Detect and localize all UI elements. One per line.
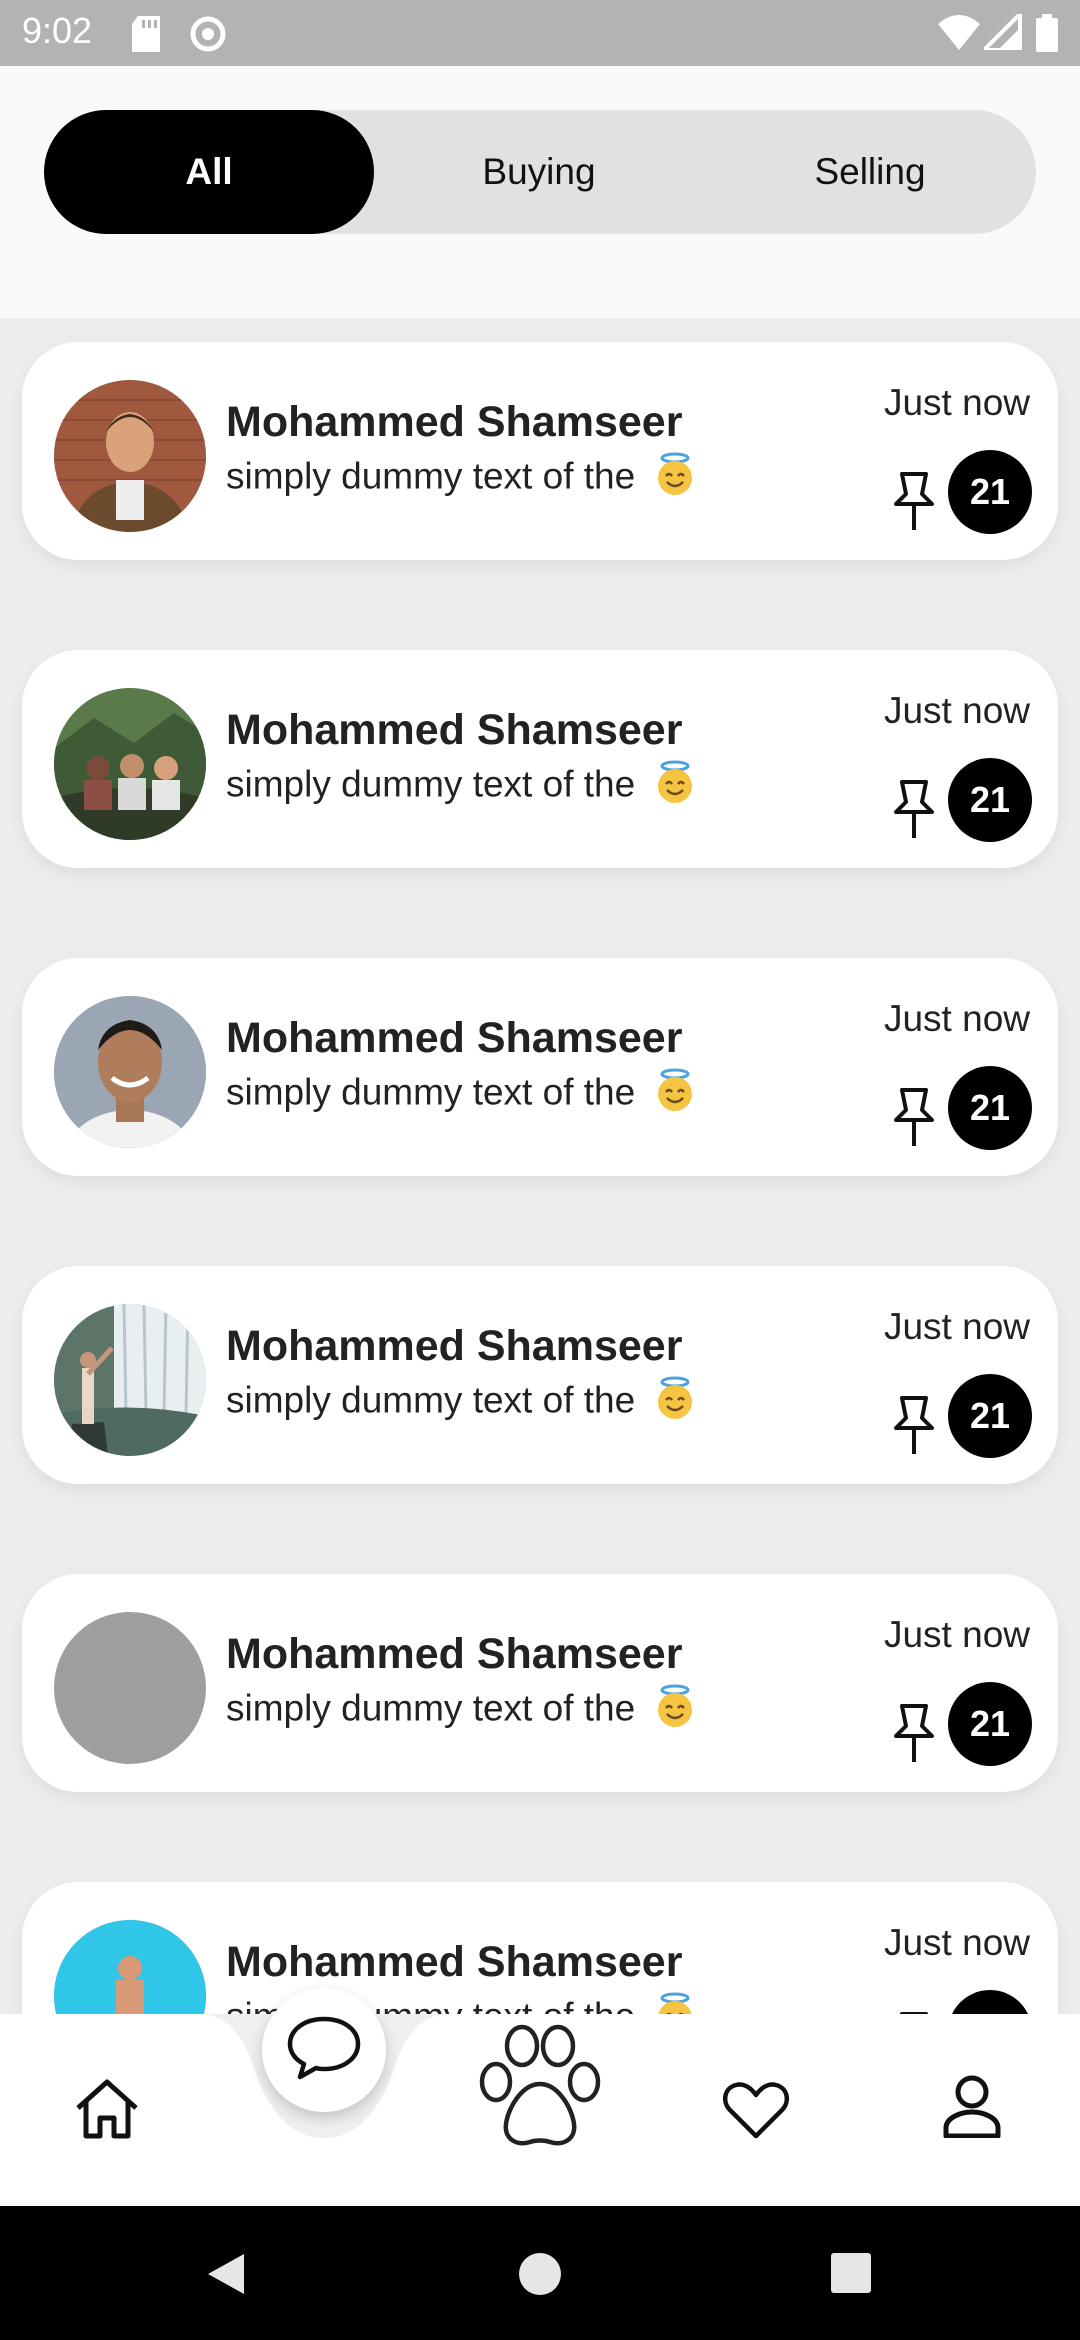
paw-icon[interactable] <box>474 2024 606 2157</box>
profile-icon[interactable] <box>942 2074 1002 2143</box>
sync-icon <box>188 14 228 59</box>
conversation-item[interactable]: Mohammed Shamseer simply dummy text of t… <box>22 1266 1058 1484</box>
filter-tabs: All Buying Selling <box>44 110 1036 234</box>
heart-icon[interactable] <box>722 2080 790 2145</box>
smiling-face-with-halo-icon <box>653 1068 697 1121</box>
unread-count-badge: 21 <box>948 1374 1032 1458</box>
avatar <box>54 996 206 1148</box>
unread-count-badge: 21 <box>948 1990 1032 2014</box>
conversation-item[interactable]: Mohammed Shamseer simply dummy text of t… <box>22 342 1058 560</box>
message-preview: simply dummy text of the <box>226 1684 697 1737</box>
conversation-item[interactable]: Mohammed Shamseer simply dummy text of t… <box>22 958 1058 1176</box>
bottom-navigation <box>0 1988 1080 2206</box>
wifi-icon <box>938 14 980 55</box>
back-icon[interactable] <box>204 2252 246 2301</box>
tab-selling[interactable]: Selling <box>704 110 1036 234</box>
smiling-face-with-halo-icon <box>653 760 697 813</box>
message-time: Just now <box>883 998 1030 1039</box>
contact-name: Mohammed Shamseer <box>226 398 683 446</box>
battery-icon <box>1036 14 1058 57</box>
contact-name: Mohammed Shamseer <box>226 1322 683 1370</box>
status-time: 9:02 <box>22 10 93 51</box>
sd-card-icon <box>130 16 162 57</box>
contact-name: Mohammed Shamseer <box>226 1014 683 1062</box>
message-preview: simply dummy text of the <box>226 1068 697 1121</box>
chat-tab-button[interactable] <box>262 1988 386 2112</box>
conversation-item[interactable]: Mohammed Shamseer simply dummy text of t… <box>22 1882 1058 2014</box>
chat-bubble-icon <box>286 2015 362 2086</box>
contact-name: Mohammed Shamseer <box>226 1630 683 1678</box>
message-preview: simply dummy text of the <box>226 760 697 813</box>
message-time: Just now <box>883 1922 1030 1963</box>
unread-count-badge: 21 <box>948 450 1032 534</box>
home-icon[interactable] <box>74 2078 140 2145</box>
message-preview: simply dummy text of the <box>226 452 697 505</box>
tab-all[interactable]: All <box>44 110 374 234</box>
pin-icon[interactable] <box>890 1702 938 1769</box>
contact-name: Mohammed Shamseer <box>226 1938 683 1986</box>
pin-icon[interactable] <box>890 1394 938 1461</box>
conversation-list: Mohammed Shamseer simply dummy text of t… <box>0 318 1080 2014</box>
smiling-face-with-halo-icon <box>653 1376 697 1429</box>
message-time: Just now <box>883 1306 1030 1347</box>
status-bar: 9:02 <box>0 0 1080 66</box>
conversation-item[interactable]: Mohammed Shamseer simply dummy text of t… <box>22 1574 1058 1792</box>
avatar <box>54 380 206 532</box>
signal-icon <box>979 9 1022 55</box>
contact-name: Mohammed Shamseer <box>226 706 683 754</box>
unread-count-badge: 21 <box>948 1066 1032 1150</box>
avatar <box>54 1920 206 2014</box>
pin-icon[interactable] <box>890 1086 938 1153</box>
smiling-face-with-halo-icon <box>653 1684 697 1737</box>
pin-icon[interactable] <box>890 470 938 537</box>
message-preview: simply dummy text of the <box>226 1376 697 1429</box>
unread-count-badge: 21 <box>948 758 1032 842</box>
home-circle-icon[interactable] <box>518 2252 562 2301</box>
pin-icon[interactable] <box>890 778 938 845</box>
message-time: Just now <box>883 382 1030 423</box>
system-navigation-bar <box>0 2206 1080 2340</box>
smiling-face-with-halo-icon <box>653 1992 697 2014</box>
avatar <box>54 688 206 840</box>
avatar <box>54 1304 206 1456</box>
conversation-item[interactable]: Mohammed Shamseer simply dummy text of t… <box>22 650 1058 868</box>
message-time: Just now <box>883 690 1030 731</box>
smiling-face-with-halo-icon <box>653 452 697 505</box>
tab-buying[interactable]: Buying <box>374 110 704 234</box>
avatar <box>54 1612 206 1764</box>
unread-count-badge: 21 <box>948 1682 1032 1766</box>
header: All Buying Selling <box>0 66 1080 318</box>
message-time: Just now <box>883 1614 1030 1655</box>
recents-square-icon[interactable] <box>830 2252 872 2299</box>
